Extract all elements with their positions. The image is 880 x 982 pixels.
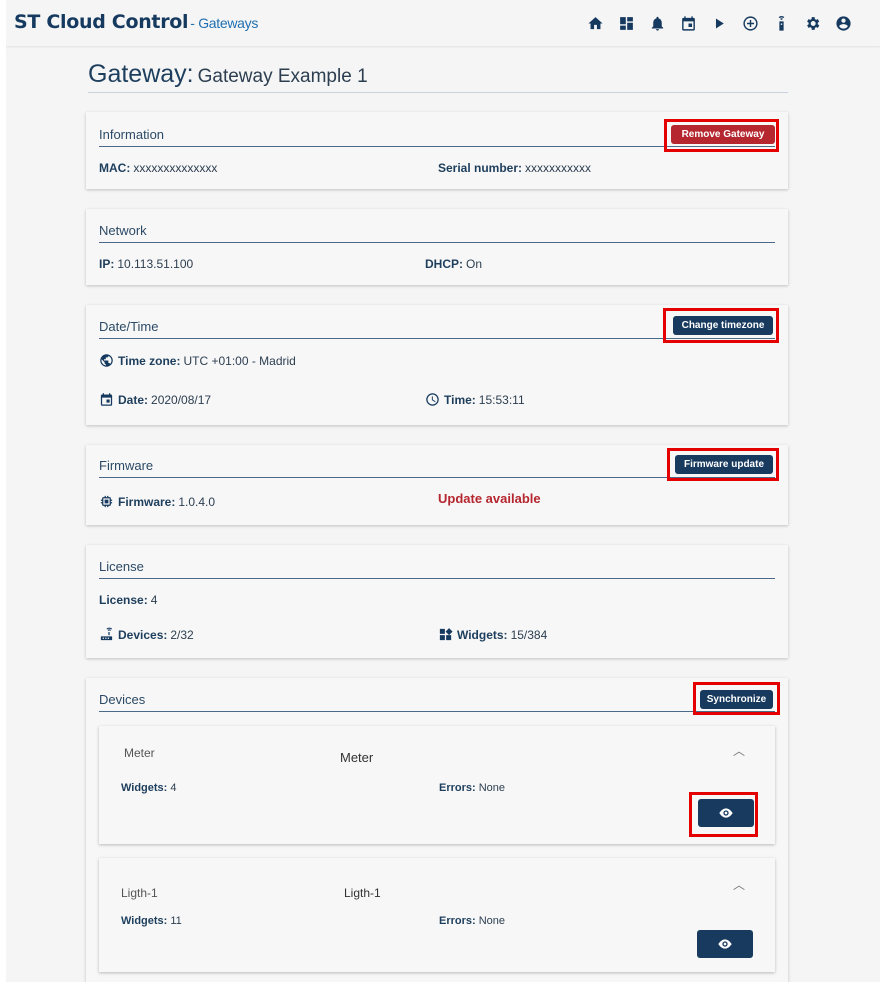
devices-header: Devices <box>99 689 775 712</box>
clock-icon <box>425 392 440 407</box>
timezone-field: Time zone: UTC +01:00 - Madrid <box>99 353 296 368</box>
time-field: Time: 15:53:11 <box>425 392 525 407</box>
highlight-box <box>689 792 758 837</box>
page-title-label: Gateway: <box>88 60 194 88</box>
firmware-card: Firmware Firmware update Firmware: 1.0.4.… <box>86 445 788 525</box>
collapse-icon[interactable]: ︿ <box>733 742 745 759</box>
device-id: Ligth-1 <box>121 886 158 900</box>
gear-icon[interactable] <box>803 14 821 32</box>
network-heading: Network <box>99 223 147 238</box>
devices-count-field: Devices: 2/32 <box>99 627 194 642</box>
calendar-icon[interactable] <box>679 14 697 32</box>
device-name: Ligth-1 <box>344 886 381 900</box>
device-id: Meter <box>124 746 155 760</box>
chip-icon <box>99 494 114 509</box>
highlight-box <box>693 682 780 715</box>
devices-heading: Devices <box>99 692 146 707</box>
device-widgets-field: Widgets: 11 <box>121 915 182 927</box>
collapse-icon[interactable]: ︿ <box>733 876 745 893</box>
device-errors-field: Errors: None <box>439 915 505 927</box>
device-card: Ligth-1 Ligth-1 ︿ Widgets: 11 Errors: None <box>99 858 775 972</box>
license-heading: License <box>99 559 144 574</box>
highlight-box <box>664 119 779 152</box>
firmware-heading: Firmware <box>99 458 154 473</box>
highlight-box <box>667 448 779 481</box>
account-icon[interactable] <box>834 14 852 32</box>
highlight-box <box>663 308 779 343</box>
add-circle-icon[interactable] <box>741 14 759 32</box>
widgets-icon <box>438 627 453 642</box>
play-icon[interactable] <box>710 14 728 32</box>
devices-card: Devices Synchronize Meter Meter ︿ Widget… <box>86 678 788 982</box>
device-widgets-field: Widgets: 4 <box>121 782 177 794</box>
app-title: ST Cloud Control <box>14 11 189 33</box>
gateway-name: Gateway Example 1 <box>197 66 368 87</box>
datetime-heading: Date/Time <box>99 319 159 334</box>
device-card: Meter Meter ︿ Widgets: 4 Errors: None <box>99 726 775 844</box>
device-name: Meter <box>340 750 374 765</box>
license-card: License License: 4 Devices: 2/32 Widgets: 1… <box>86 545 788 658</box>
app-section: - Gateways <box>190 15 259 31</box>
dashboard-icon[interactable] <box>617 14 635 32</box>
remote-icon[interactable] <box>772 14 790 32</box>
widgets-count-field: Widgets: 15/384 <box>438 627 547 642</box>
top-bar: ST Cloud Control - Gateways <box>6 0 880 46</box>
ip-field: IP: 10.113.51.100 <box>99 257 194 271</box>
mac-field: MAC: xxxxxxxxxxxxxx <box>99 161 218 175</box>
bell-icon[interactable] <box>648 14 666 32</box>
date-field: Date: 2020/08/17 <box>99 392 211 407</box>
dhcp-field: DHCP: On <box>425 257 483 271</box>
license-header: License <box>99 556 775 579</box>
eye-icon <box>718 939 732 949</box>
home-icon[interactable] <box>586 14 604 32</box>
page-title: Gateway: Gateway Example 1 <box>88 60 788 93</box>
top-nav <box>586 14 865 32</box>
device-errors-field: Errors: None <box>439 782 505 794</box>
information-heading: Information <box>99 127 165 142</box>
network-header: Network <box>99 220 775 243</box>
view-device-button[interactable] <box>697 930 753 958</box>
app-frame: ST Cloud Control - Gateways Gateway: Gatew… <box>6 0 880 982</box>
network-card: Network IP: 10.113.51.100 DHCP: On <box>86 209 788 285</box>
information-card: Information Remove Gateway MAC: xxxxxxxxx… <box>86 112 788 189</box>
app-logo[interactable]: ST Cloud Control - Gateways <box>14 11 258 33</box>
globe-icon <box>99 353 114 368</box>
calendar-icon <box>99 392 114 407</box>
serial-field: Serial number: xxxxxxxxxxx <box>438 161 592 175</box>
firmware-field: Firmware: 1.0.4.0 <box>99 494 215 509</box>
datetime-card: Date/Time Change timezone Time zone: UTC … <box>86 305 788 425</box>
update-available-status: Update available <box>438 491 541 506</box>
license-field: License: 4 <box>99 593 158 607</box>
router-icon <box>99 627 114 642</box>
